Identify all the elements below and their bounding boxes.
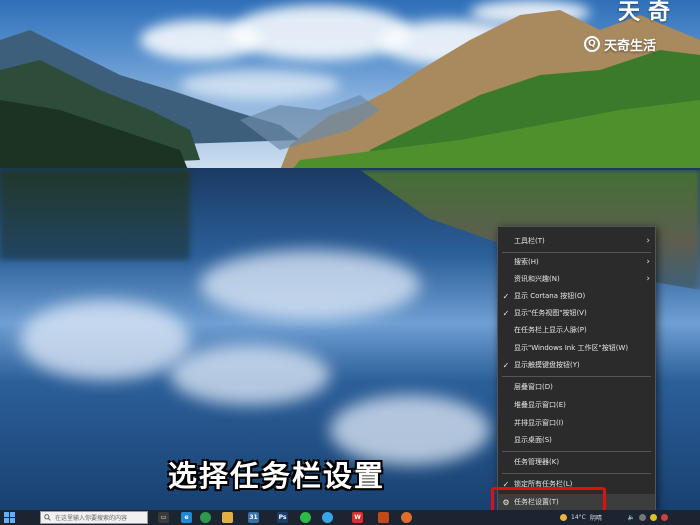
menu-divider [502, 451, 651, 452]
cloud-reflection [200, 250, 420, 320]
menu-item-side-by-side[interactable]: 并排显示窗口(I) [498, 415, 655, 431]
menu-item-label: 显示"任务视图"按钮(V) [514, 309, 587, 317]
brand-text: 天奇生活 [604, 38, 657, 54]
search-placeholder: 在这里输入你要搜索的内容 [55, 515, 128, 522]
menu-item-label: 资讯和兴趣(N) [514, 275, 560, 283]
menu-item-cascade-windows[interactable]: 层叠窗口(D) [498, 379, 655, 395]
cloud-reflection [20, 300, 190, 380]
menu-item-toolbars[interactable]: 工具栏(T) › [498, 233, 655, 249]
folder-icon[interactable] [222, 512, 233, 523]
menu-item-show-desktop[interactable]: 显示桌面(S) [498, 432, 655, 448]
menu-item-label: 显示桌面(S) [514, 436, 552, 444]
menu-divider [502, 376, 651, 377]
search-icon [44, 514, 51, 521]
menu-item-label: 堆叠显示窗口(E) [514, 401, 566, 409]
menu-item-label: 任务管理器(K) [514, 458, 560, 466]
menu-item-search[interactable]: 搜索(H) › [498, 254, 655, 270]
menu-item-label: 层叠窗口(D) [514, 383, 553, 391]
menu-item-people[interactable]: 在任务栏上显示人脉(P) [498, 322, 655, 338]
chrome-icon[interactable] [200, 512, 211, 523]
network-icon[interactable] [639, 514, 647, 521]
menu-item-task-manager[interactable]: 任务管理器(K) [498, 454, 655, 470]
menu-item-label: 在任务栏上显示人脉(P) [514, 326, 587, 334]
taskbar-context-menu: 工具栏(T) › 搜索(H) › 资讯和兴趣(N) › ✓ 显示 Cortana… [497, 226, 656, 511]
checkmark-icon: ✓ [502, 360, 510, 370]
chevron-right-icon: › [646, 236, 650, 246]
task-view-icon[interactable]: ▭ [158, 512, 169, 523]
checkmark-icon: ✓ [502, 291, 510, 301]
menu-item-label: 搜索(H) [514, 258, 539, 266]
menu-item-label: 并排显示窗口(I) [514, 419, 564, 427]
menu-item-label: 显示触摸键盘按钮(Y) [514, 361, 580, 369]
windows-logo-icon [4, 512, 9, 517]
browser-icon[interactable] [401, 512, 412, 523]
chevron-right-icon: › [646, 274, 650, 284]
wechat-icon[interactable] [300, 512, 311, 523]
chevron-right-icon: › [646, 257, 650, 267]
tencent-icon[interactable] [322, 512, 333, 523]
weather-text: 阴晴 [589, 515, 602, 522]
menu-item-label: 工具栏(T) [514, 237, 545, 245]
taskbar-search-box[interactable]: 在这里输入你要搜索的内容 [40, 511, 148, 524]
taskbar: 在这里输入你要搜索的内容 ▭ e 31 Ps W 14°C 阴晴 🔈 [0, 510, 700, 525]
docs-icon[interactable] [378, 512, 389, 523]
menu-divider [502, 252, 651, 253]
menu-item-stack-windows[interactable]: 堆叠显示窗口(E) [498, 397, 655, 413]
temperature: 14°C [571, 514, 586, 521]
menu-item-show-cortana[interactable]: ✓ 显示 Cortana 按钮(O) [498, 288, 655, 304]
volume-icon[interactable]: 🔈 [628, 514, 635, 521]
menu-item-touch-keyboard[interactable]: ✓ 显示触摸键盘按钮(Y) [498, 357, 655, 373]
brand-watermark: Q 天奇生活 [584, 33, 656, 55]
app-tray-icon[interactable] [650, 514, 658, 521]
cloud-reflection [170, 345, 330, 405]
menu-item-windows-ink[interactable]: 显示"Windows Ink 工作区"按钮(W) [498, 340, 655, 356]
calendar-icon[interactable]: 31 [248, 512, 259, 523]
wps-icon[interactable]: W [352, 512, 363, 523]
menu-divider [502, 473, 651, 474]
app-tray-icon[interactable] [661, 514, 669, 521]
menu-item-label: 显示"Windows Ink 工作区"按钮(W) [514, 344, 629, 352]
corner-watermark-text: 天奇 [618, 0, 679, 25]
edge-icon[interactable]: e [181, 512, 192, 523]
weather-icon[interactable] [560, 514, 567, 521]
photoshop-icon[interactable]: Ps [277, 512, 288, 523]
menu-item-task-view[interactable]: ✓ 显示"任务视图"按钮(V) [498, 305, 655, 321]
menu-item-news-interests[interactable]: 资讯和兴趣(N) › [498, 271, 655, 287]
system-tray: 14°C 阴晴 🔈 [560, 510, 669, 525]
brand-logo-icon: Q [584, 36, 600, 52]
checkmark-icon: ✓ [502, 308, 510, 318]
start-button[interactable] [4, 512, 16, 523]
forest-reflection [0, 170, 190, 260]
menu-item-label: 显示 Cortana 按钮(O) [514, 292, 586, 300]
video-subtitle: 选择任务栏设置 [168, 459, 386, 493]
